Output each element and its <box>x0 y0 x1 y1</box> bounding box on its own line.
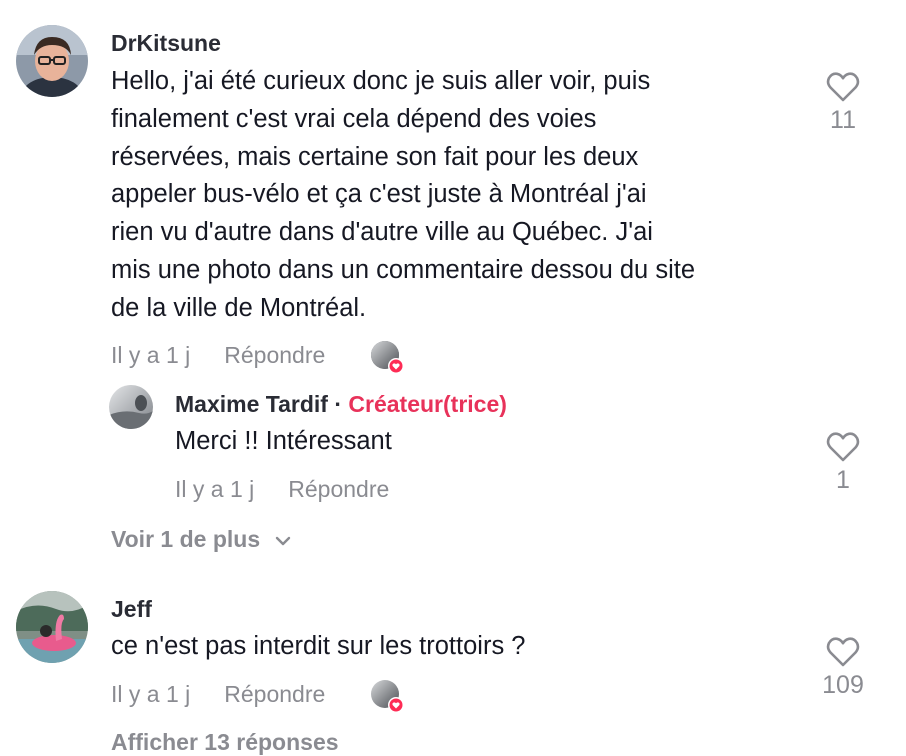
avatar-maxime-tardif[interactable] <box>109 385 153 429</box>
avatar-image <box>16 591 88 663</box>
reply-header: Maxime Tardif · Créateur(trice) <box>175 391 507 418</box>
comment-timestamp: Il y a 1 j <box>111 681 191 707</box>
like-count: 11 <box>830 106 856 134</box>
comment-text-line: mis une photo dans un commentaire dessou… <box>111 255 696 284</box>
like-button[interactable]: 11 <box>813 72 873 135</box>
avatar-jeff[interactable] <box>16 591 88 663</box>
reply-username[interactable]: Maxime Tardif <box>175 391 328 417</box>
reply-button[interactable]: Répondre <box>224 342 325 368</box>
like-count: 1 <box>836 466 850 494</box>
comment-text: Hello, j'ai été curieux donc je suis all… <box>111 63 811 328</box>
avatar-drkitsune[interactable] <box>16 25 88 97</box>
avatar-image <box>16 25 88 97</box>
avatar-image <box>109 385 153 429</box>
separator-dot: · <box>334 391 343 417</box>
comment-username[interactable]: Jeff <box>111 596 152 623</box>
creator-badge: Créateur(trice) <box>348 391 507 417</box>
view-replies-button[interactable]: Afficher 13 réponses <box>111 729 339 756</box>
like-button[interactable]: 109 <box>813 637 873 700</box>
heart-outline-icon <box>826 637 860 667</box>
view-more-replies[interactable]: Voir 1 de plus <box>111 526 291 553</box>
comment-text: ce n'est pas interdit sur les trottoirs … <box>111 632 526 660</box>
comment-timestamp: Il y a 1 j <box>111 342 191 368</box>
comment-text-line: Hello, j'ai été curieux donc je suis all… <box>111 67 651 95</box>
comment-text-line: rien vu d'autre dans d'autre ville au Qu… <box>111 218 653 247</box>
chevron-down-icon <box>275 536 290 546</box>
reply-button[interactable]: Répondre <box>224 681 325 707</box>
comment-meta: Il y a 1 j Répondre <box>111 342 325 369</box>
creator-liked-badge-icon <box>370 340 404 374</box>
reply-button[interactable]: Répondre <box>288 476 389 502</box>
like-count: 109 <box>822 671 864 699</box>
comment-text-line: réservées, mais certaine son fait pour l… <box>111 142 639 171</box>
reply-text: Merci !! Intéressant <box>175 427 392 455</box>
like-button[interactable]: 1 <box>813 432 873 495</box>
reply-timestamp: Il y a 1 j <box>175 476 255 502</box>
reply-meta: Il y a 1 j Répondre <box>175 476 389 503</box>
heart-outline-icon <box>826 72 860 102</box>
comment-text-line: appeler bus-vélo et ça c'est juste à Mon… <box>111 180 647 209</box>
comment-text-line: finalement c'est vrai cela dépend des vo… <box>111 104 597 133</box>
comment-text-line: de la ville de Montréal. <box>111 293 367 322</box>
creator-liked-badge-icon <box>370 679 404 713</box>
heart-outline-icon <box>826 432 860 462</box>
comment-username[interactable]: DrKitsune <box>111 30 221 57</box>
comment-meta: Il y a 1 j Répondre <box>111 681 325 708</box>
view-more-label: Voir 1 de plus <box>111 526 261 552</box>
